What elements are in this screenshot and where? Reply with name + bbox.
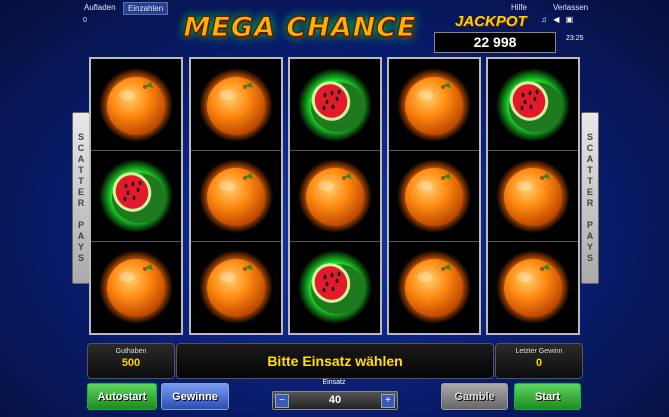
- einzahlen-button[interactable]: Einzahlen: [123, 2, 169, 15]
- letzter-gewinn-label: Letzter Gewinn: [515, 348, 563, 355]
- reel-cell: [91, 150, 181, 242]
- speaker-icon[interactable]: ◀: [553, 15, 561, 24]
- reel-cell: [488, 59, 578, 151]
- orange-symbol: [298, 158, 372, 233]
- scatter-letter: Y: [586, 242, 593, 252]
- scatter-pays-left: SCATTER PAYS: [72, 112, 90, 284]
- scatter-letter: S: [77, 132, 84, 142]
- watermelon-symbol: [298, 249, 372, 324]
- einsatz-stepper: − 40 +: [272, 391, 398, 410]
- orange-symbol: [99, 67, 173, 142]
- clock: 23:25: [566, 35, 584, 42]
- scatter-letter: T: [587, 176, 593, 186]
- topbar-credit-value: 0: [83, 17, 87, 24]
- reel-2: [189, 57, 283, 335]
- scatter-letter: [589, 209, 592, 220]
- guthaben-value: 500: [121, 357, 141, 369]
- scatter-letter: P: [586, 220, 593, 230]
- scatter-pays-right: SCATTER PAYS: [581, 112, 599, 284]
- einsatz-label: Einsatz: [322, 379, 346, 386]
- scatter-letter: R: [77, 198, 85, 208]
- watermelon-symbol: [496, 67, 570, 142]
- orange-symbol: [496, 249, 570, 324]
- orange-symbol: [199, 67, 273, 142]
- system-icons: ♫ ◀ ▣: [541, 15, 575, 24]
- aufladen-button[interactable]: Aufladen: [80, 2, 120, 13]
- scatter-letter: A: [586, 154, 594, 164]
- gamble-button[interactable]: Gamble: [441, 383, 508, 410]
- reel-cell: [191, 241, 281, 332]
- reel-3: [288, 57, 382, 335]
- reel-cell: [191, 59, 281, 151]
- scatter-letter: Y: [77, 242, 84, 252]
- guthaben-label: Guthaben: [115, 348, 147, 355]
- scatter-letter: C: [77, 143, 85, 153]
- scatter-letter: A: [586, 231, 594, 241]
- scatter-letter: P: [77, 220, 84, 230]
- reel-cell: [290, 59, 380, 151]
- scatter-letter: S: [586, 253, 593, 263]
- music-note-icon[interactable]: ♫: [541, 15, 549, 24]
- scatter-letter: R: [586, 198, 594, 208]
- scatter-letter: E: [77, 187, 84, 197]
- orange-symbol: [397, 67, 471, 142]
- reel-cell: [91, 59, 181, 151]
- reel-cell: [290, 241, 380, 332]
- orange-symbol: [99, 249, 173, 324]
- scatter-letter: C: [586, 143, 594, 153]
- reel-cell: [488, 150, 578, 242]
- fullscreen-icon[interactable]: ▣: [566, 15, 576, 24]
- scatter-letter: S: [586, 132, 593, 142]
- orange-symbol: [199, 158, 273, 233]
- status-message: Bitte Einsatz wählen: [176, 343, 494, 379]
- orange-symbol: [397, 158, 471, 233]
- jackpot-value: 22 998: [434, 32, 556, 53]
- letzter-gewinn-value: 0: [535, 357, 543, 369]
- reel-cell: [389, 59, 479, 151]
- scatter-letter: A: [77, 154, 85, 164]
- jackpot-label: JACKPOT: [455, 13, 527, 30]
- reel-cell: [488, 241, 578, 332]
- watermelon-symbol: [99, 158, 173, 233]
- verlassen-button[interactable]: Verlassen: [549, 2, 592, 13]
- orange-symbol: [199, 249, 273, 324]
- scatter-letter: T: [78, 165, 84, 175]
- watermelon-symbol: [298, 67, 372, 142]
- guthaben-panel: Guthaben 500: [87, 343, 175, 379]
- reel-cell: [290, 150, 380, 242]
- orange-symbol: [496, 158, 570, 233]
- autostart-button[interactable]: Autostart: [87, 383, 157, 410]
- reel-1: [89, 57, 183, 335]
- start-button[interactable]: Start: [514, 383, 581, 410]
- letzter-gewinn-panel: Letzter Gewinn 0: [495, 343, 583, 379]
- reel-cell: [389, 241, 479, 332]
- hilfe-button[interactable]: Hilfe: [507, 2, 531, 13]
- gewinne-button[interactable]: Gewinne: [161, 383, 229, 410]
- game-title: MEGA CHANCE: [183, 12, 417, 44]
- reel-4: [387, 57, 481, 335]
- reel-cell: [191, 150, 281, 242]
- reel-cell: [91, 241, 181, 332]
- scatter-letter: T: [78, 176, 84, 186]
- einsatz-value: 40: [328, 394, 342, 406]
- scatter-letter: [80, 209, 83, 220]
- scatter-letter: T: [587, 165, 593, 175]
- reel-5: [486, 57, 580, 335]
- scatter-letter: E: [586, 187, 593, 197]
- orange-symbol: [397, 249, 471, 324]
- reel-cell: [389, 150, 479, 242]
- einsatz-plus-button[interactable]: +: [381, 394, 395, 408]
- scatter-letter: A: [77, 231, 85, 241]
- scatter-letter: S: [77, 253, 84, 263]
